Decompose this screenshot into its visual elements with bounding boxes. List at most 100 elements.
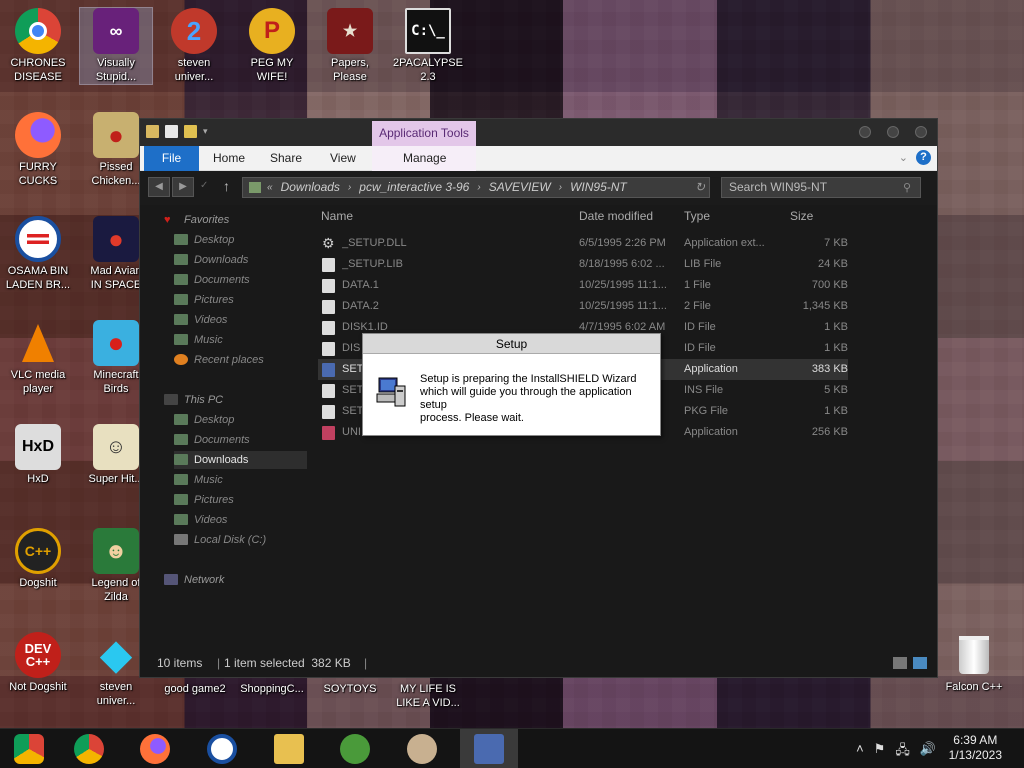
desktop-label-good-game[interactable]: good game2: [160, 682, 230, 696]
music-icon: [174, 334, 188, 345]
column-date-modified[interactable]: Date modified: [579, 209, 653, 223]
start-button[interactable]: [0, 729, 58, 768]
taskbar-chrome[interactable]: [60, 729, 118, 768]
desktop-label-soytoys[interactable]: SOYTOYS: [314, 682, 386, 696]
tab-file[interactable]: File: [144, 146, 199, 171]
column-size[interactable]: Size: [790, 209, 813, 223]
desktop-icon-hxd[interactable]: HxD HxD: [2, 424, 74, 486]
taskbar-obama[interactable]: [193, 729, 251, 768]
dialog-title[interactable]: Setup: [363, 334, 660, 354]
forward-button[interactable]: ▶: [172, 177, 194, 197]
nav-network[interactable]: Network: [164, 571, 224, 589]
nav-pc-videos[interactable]: Videos: [174, 511, 227, 529]
taskbar-file-explorer[interactable]: [260, 729, 318, 768]
nav-pc-desktop[interactable]: Desktop: [174, 411, 234, 429]
chevron-up-icon[interactable]: ˄: [856, 741, 864, 763]
nav-fav-videos[interactable]: Videos: [174, 311, 227, 329]
desktop-icon-label: HxD: [27, 473, 49, 485]
breadcrumb-pcw-interactive[interactable]: pcw_interactive 3-96: [351, 178, 477, 197]
nav-pc-pictures[interactable]: Pictures: [174, 491, 234, 509]
ribbon-tabs: File Home Share View Manage ⌄ ?: [140, 146, 937, 171]
angry-birds-space-icon: ●: [93, 216, 139, 262]
nav-pc-downloads[interactable]: Downloads: [174, 451, 307, 469]
desktop-icon-steven-universe[interactable]: 2 steven univer...: [158, 8, 230, 84]
nav-fav-downloads[interactable]: Downloads: [174, 251, 248, 269]
back-button[interactable]: ◀: [148, 177, 170, 197]
desktop-icon-peggle[interactable]: P PEG MY WIFE!: [236, 8, 308, 84]
desktop-icon-label: Papers, Please: [331, 57, 369, 83]
desktop-icon-label: Falcon C++: [945, 681, 1003, 693]
desktop-icon-falcon[interactable]: Falcon C++: [938, 632, 1010, 694]
network-icon[interactable]: 🖧: [895, 741, 910, 763]
desktop-icon-vlc[interactable]: VLC media player: [2, 320, 74, 396]
volume-icon[interactable]: 🔊: [920, 741, 936, 763]
desktop-icon-osama[interactable]: OSAMA BIN LADEN BR...: [2, 216, 74, 292]
drive-icon: [174, 534, 188, 545]
recent-locations-icon[interactable]: ✓: [200, 180, 208, 191]
window-controls: [859, 126, 927, 138]
steven-universe-icon: 2: [171, 8, 217, 54]
file-icon: [322, 342, 335, 356]
help-icon[interactable]: ?: [916, 150, 931, 165]
tab-manage[interactable]: Manage: [403, 146, 446, 171]
firefox-icon: [140, 734, 170, 764]
file-row[interactable]: DATA.2 10/25/1995 11:1... 2 File 1,345 KB: [318, 296, 848, 317]
minimize-button[interactable]: [859, 126, 871, 138]
taskbar-people[interactable]: [326, 729, 384, 768]
desktop-icon-firefox[interactable]: FURRY CUCKS: [2, 112, 74, 188]
file-row[interactable]: DATA.1 10/25/1995 11:1... 1 File 700 KB: [318, 275, 848, 296]
nav-this-pc[interactable]: This PC: [164, 391, 223, 409]
nav-fav-recent[interactable]: Recent places: [174, 351, 264, 369]
desktop-icon-2pacalypse[interactable]: C:\_ 2PACALYPSE 2.3: [392, 8, 464, 84]
breadcrumb-downloads[interactable]: Downloads: [273, 178, 348, 197]
address-bar[interactable]: « Downloads › pcw_interactive 3-96 › SAV…: [242, 177, 710, 198]
file-row[interactable]: ⚙ _SETUP.DLL 6/5/1995 2:26 PM Application e…: [318, 233, 848, 254]
taskbar-firefox[interactable]: [126, 729, 184, 768]
chevron-down-icon[interactable]: ▾: [203, 125, 216, 138]
desktop-icon-papers-please[interactable]: ★ Papers, Please: [314, 8, 386, 84]
tab-share[interactable]: Share: [270, 146, 302, 171]
nav-fav-music[interactable]: Music: [174, 331, 223, 349]
breadcrumb-saveview[interactable]: SAVEVIEW: [481, 178, 559, 197]
desktop-label-my-life[interactable]: MY LIFE IS LIKE A VID...: [392, 682, 464, 710]
nav-pc-music[interactable]: Music: [174, 471, 223, 489]
properties-icon[interactable]: [165, 125, 178, 138]
navigation-pane: ♥ Favorites Desktop Downloads Documents P…: [140, 205, 308, 649]
desktop-label-shopping[interactable]: ShoppingC...: [236, 682, 308, 696]
nav-fav-documents[interactable]: Documents: [174, 271, 250, 289]
nav-pc-documents[interactable]: Documents: [174, 431, 250, 449]
desktop-icon-visual-studio[interactable]: ∞ Visually Stupid...: [79, 7, 153, 85]
desktop-icon-not-dogshit[interactable]: DEV C++ Not Dogshit: [2, 632, 74, 694]
title-bar[interactable]: ▾ Application Tools: [140, 119, 937, 146]
details-view-icon[interactable]: [893, 657, 907, 669]
nav-pc-local-disk[interactable]: Local Disk (C:): [174, 531, 266, 549]
search-icon[interactable]: ⚲: [903, 181, 911, 194]
taskbar-setup[interactable]: [460, 729, 518, 768]
column-name[interactable]: Name: [321, 209, 353, 223]
expand-ribbon-icon[interactable]: ⌄: [899, 151, 908, 164]
maximize-button[interactable]: [887, 126, 899, 138]
desktop-icon-label: steven univer...: [96, 681, 136, 707]
clock[interactable]: 6:39 AM 1/13/2023: [949, 733, 1002, 763]
search-input[interactable]: Search WIN95-NT: [721, 177, 921, 198]
quick-access-toolbar: ▾: [146, 125, 216, 138]
tab-view[interactable]: View: [330, 146, 356, 171]
refresh-icon[interactable]: ↻: [695, 178, 705, 197]
desktop-icon-chrones[interactable]: CHRONES DISEASE: [2, 8, 74, 84]
new-folder-icon[interactable]: [184, 125, 197, 138]
breadcrumb-win95-nt[interactable]: WIN95-NT: [562, 178, 635, 197]
nav-favorites[interactable]: ♥ Favorites: [164, 211, 229, 229]
nav-fav-desktop[interactable]: Desktop: [174, 231, 234, 249]
up-button[interactable]: ↑: [223, 178, 230, 194]
column-type[interactable]: Type: [684, 209, 710, 223]
tab-home[interactable]: Home: [213, 146, 245, 171]
taskbar-paint[interactable]: [393, 729, 451, 768]
file-row[interactable]: _SETUP.LIB 8/18/1995 6:02 ... LIB File 24 K…: [318, 254, 848, 275]
large-icons-view-icon[interactable]: [913, 657, 927, 669]
clock-date: 1/13/2023: [948, 748, 1002, 762]
setup-computer-icon: [322, 363, 335, 377]
close-button[interactable]: [915, 126, 927, 138]
flag-icon[interactable]: ⚑: [874, 741, 886, 763]
nav-fav-pictures[interactable]: Pictures: [174, 291, 234, 309]
desktop-icon-dogshit[interactable]: C++ Dogshit: [2, 528, 74, 590]
